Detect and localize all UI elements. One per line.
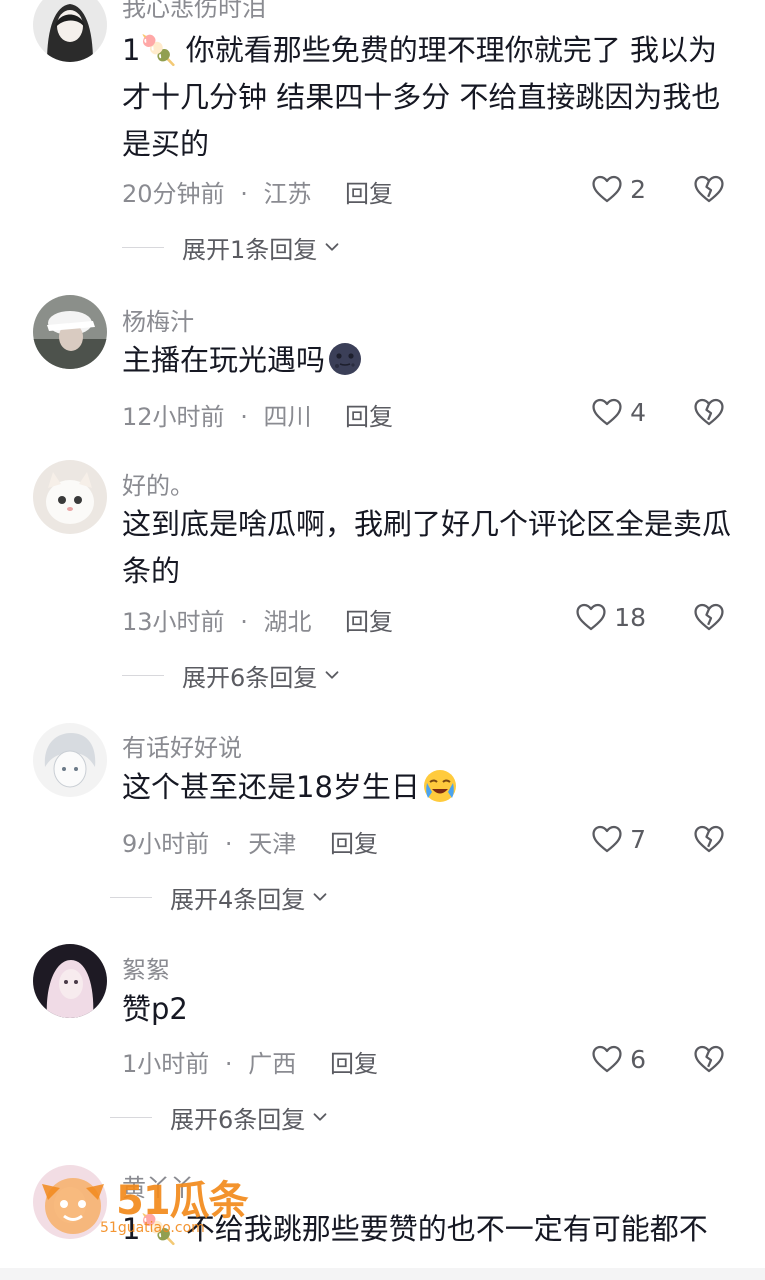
chevron-down-icon [313, 1113, 327, 1121]
meta-separator: · [240, 403, 248, 431]
heart-icon [592, 398, 622, 426]
avatar[interactable] [33, 723, 107, 797]
expand-replies[interactable]: 展开4条回复 [110, 880, 331, 914]
avatar-image [33, 723, 107, 797]
like-count: 18 [614, 602, 646, 632]
chevron-down-icon [325, 671, 339, 679]
broken-heart-icon [694, 825, 724, 853]
avatar[interactable] [33, 944, 107, 1018]
avatar[interactable] [33, 0, 107, 62]
comment-time: 9小时前 [122, 830, 210, 858]
crying-face-emoji [422, 768, 458, 804]
heart-icon [592, 1045, 622, 1073]
bottom-bar [0, 1268, 765, 1280]
dislike-button[interactable] [692, 822, 726, 856]
comment-location: 天津 [248, 830, 297, 858]
comment-meta: 12小时前 · 四川 [122, 397, 311, 432]
meta-separator: · [224, 830, 233, 858]
comment-meta: 20分钟前 · 江苏 [122, 174, 311, 209]
comment-meta: 9小时前 · 天津 [122, 824, 296, 859]
avatar-image [33, 0, 107, 62]
comment-text: 赞p2 [122, 992, 188, 1026]
comment-time: 13小时前 [122, 608, 225, 636]
comment-time: 1小时前 [122, 1050, 210, 1078]
heart-icon [576, 603, 606, 631]
comment-text: 1🍡 不给我跳那些要赞的也不一定有可能都不 [122, 1212, 708, 1246]
broken-heart-icon [694, 603, 724, 631]
divider-line [122, 246, 164, 248]
expand-replies-label: 展开4条回复 [170, 885, 306, 914]
comment-time: 20分钟前 [122, 180, 225, 208]
dark-moon-face-emoji [327, 341, 363, 377]
comment-time: 12小时前 [122, 403, 225, 431]
comment-meta: 13小时前 · 湖北 [122, 602, 311, 637]
like-button[interactable]: 6 [536, 1039, 646, 1079]
avatar-image [33, 944, 107, 1018]
comment-location: 广西 [248, 1050, 297, 1078]
comment-username[interactable]: 杨梅汁 [122, 302, 194, 337]
comment-location: 四川 [263, 403, 312, 431]
comment-text-content: 这个甚至还是18岁生日 [122, 770, 420, 804]
reply-button[interactable]: 回复 [330, 824, 378, 859]
broken-heart-icon [694, 1045, 724, 1073]
like-button[interactable]: 2 [536, 169, 646, 209]
expand-replies[interactable]: 展开1条回复 [122, 230, 343, 264]
expand-replies-label: 展开6条回复 [170, 1105, 306, 1134]
comment-location: 江苏 [263, 180, 312, 208]
comment-username[interactable]: 有话好好说 [122, 728, 242, 763]
divider-line [110, 896, 152, 898]
broken-heart-icon [694, 398, 724, 426]
divider-line [122, 674, 164, 676]
comment-username[interactable]: 黄丫丫 [122, 1168, 194, 1203]
comment-username[interactable]: 絮絮 [122, 950, 170, 985]
meta-separator: · [224, 1050, 233, 1078]
reply-button[interactable]: 回复 [330, 1044, 378, 1079]
like-count: 4 [630, 397, 646, 427]
comment-text: 1🍡 你就看那些免费的理不理你就完了 我以为才十几分钟 结果四十多分 不给直接跳… [122, 33, 721, 161]
chevron-down-icon [325, 243, 339, 251]
reply-button[interactable]: 回复 [345, 602, 393, 637]
broken-heart-icon [694, 175, 724, 203]
avatar-image [33, 1165, 107, 1239]
comment-username[interactable]: 好的。 [122, 466, 194, 501]
chevron-down-icon [313, 893, 327, 901]
expand-replies[interactable]: 展开6条回复 [110, 1100, 331, 1134]
like-count: 2 [630, 174, 646, 204]
dislike-button[interactable] [692, 600, 726, 634]
avatar-image [33, 295, 107, 369]
dislike-button[interactable] [692, 1042, 726, 1076]
reply-button[interactable]: 回复 [345, 174, 393, 209]
avatar-image [33, 460, 107, 534]
meta-separator: · [240, 180, 248, 208]
comment-text-content: 主播在玩光遇吗 [122, 343, 326, 377]
reply-button[interactable]: 回复 [345, 397, 393, 432]
comment-meta: 1小时前 · 广西 [122, 1044, 296, 1079]
comment-text: 主播在玩光遇吗 [122, 337, 732, 384]
avatar[interactable] [33, 460, 107, 534]
like-button[interactable]: 7 [536, 819, 646, 859]
expand-replies-label: 展开1条回复 [182, 235, 318, 264]
comment-location: 湖北 [263, 608, 312, 636]
comment-text: 这到底是啥瓜啊，我刷了好几个评论区全是卖瓜条的 [122, 507, 732, 588]
meta-separator: · [240, 608, 248, 636]
comment-username[interactable]: 我心悲伤时泪 [122, 0, 266, 23]
expand-replies[interactable]: 展开6条回复 [122, 658, 343, 692]
divider-line [110, 1116, 152, 1118]
like-count: 6 [630, 1044, 646, 1074]
avatar[interactable] [33, 1165, 107, 1239]
expand-replies-label: 展开6条回复 [182, 663, 318, 692]
heart-icon [592, 825, 622, 853]
dislike-button[interactable] [692, 395, 726, 429]
like-button[interactable]: 18 [536, 597, 646, 637]
like-button[interactable]: 4 [536, 392, 646, 432]
like-count: 7 [630, 824, 646, 854]
dislike-button[interactable] [692, 172, 726, 206]
heart-icon [592, 175, 622, 203]
comment-text: 这个甚至还是18岁生日 [122, 764, 732, 811]
avatar[interactable] [33, 295, 107, 369]
